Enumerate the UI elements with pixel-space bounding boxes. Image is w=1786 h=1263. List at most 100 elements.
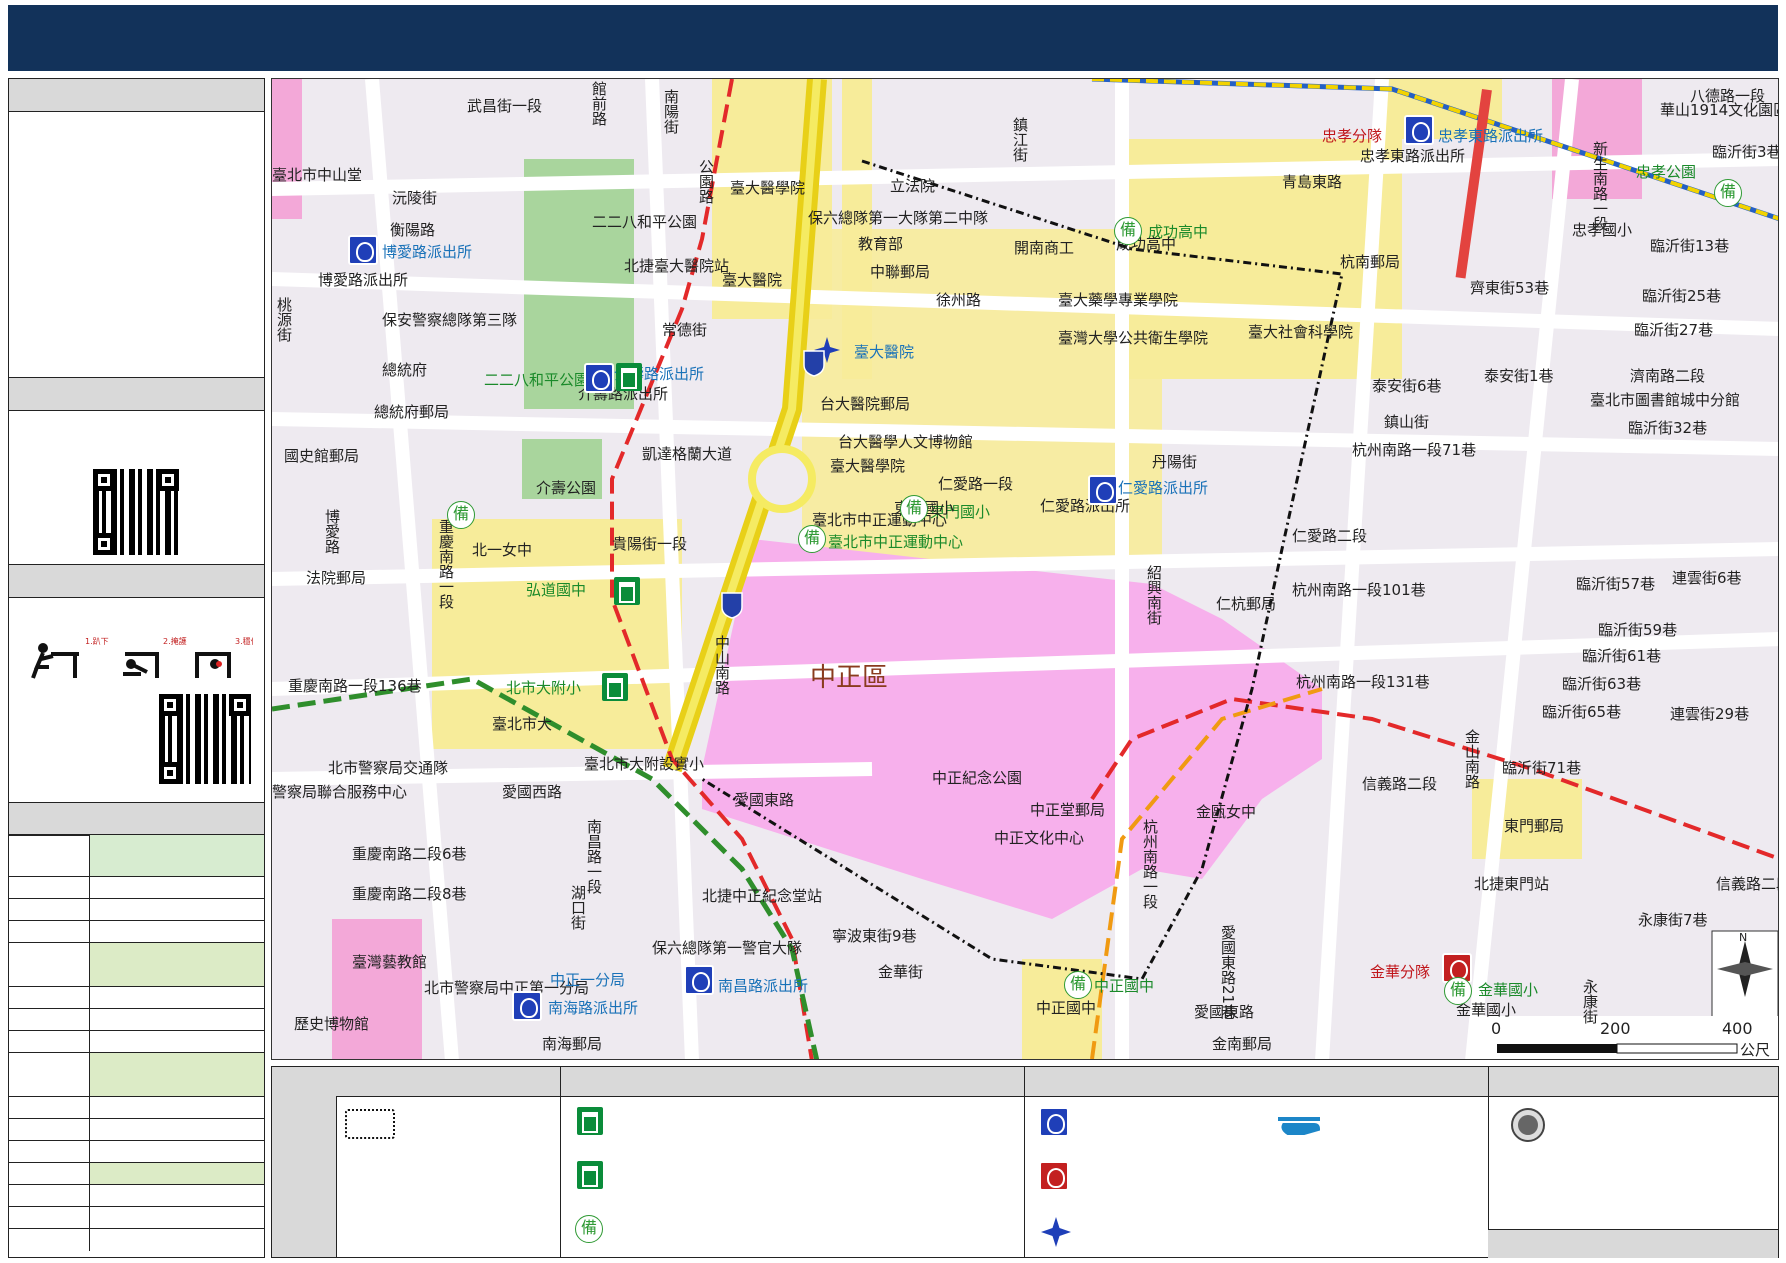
reserve-site-icon: 備 bbox=[447, 501, 475, 529]
map-label: 杭州南路一段 bbox=[1141, 819, 1159, 909]
district-boundary-symbol bbox=[345, 1109, 395, 1139]
table-row bbox=[9, 899, 264, 921]
scale-unit-label: 公尺 bbox=[1740, 1041, 1771, 1059]
map-label: 東門郵局 bbox=[1504, 817, 1565, 835]
map-label: 仁杭郵局 bbox=[1216, 595, 1277, 613]
map-label: 金南郵局 bbox=[1212, 1035, 1273, 1053]
map-label: 教育部 bbox=[858, 235, 904, 253]
table-row bbox=[9, 943, 264, 987]
map-label: 台大醫學人文博物館 bbox=[838, 433, 974, 451]
map-label: 愛國西路 bbox=[502, 783, 563, 801]
map-label: 保六總隊第一大隊第二中隊 bbox=[808, 209, 989, 227]
map-label: 二二八和平公園 bbox=[592, 213, 698, 231]
map-label: 北市大附小 bbox=[506, 679, 582, 697]
map-label: 常德街 bbox=[662, 321, 708, 339]
district-map[interactable]: 中正區 武昌街一段 館前路 南陽街 公園路 臺北市中山堂 沅陵街 衡陽路 二二八… bbox=[271, 78, 1779, 1060]
map-label: 連雲街6巷 bbox=[1672, 569, 1742, 587]
evacuation-park-icon bbox=[616, 363, 642, 391]
legend-footer-cell bbox=[1488, 1229, 1778, 1258]
reserve-site-icon: 備 bbox=[1114, 217, 1142, 245]
map-label: 愛國東路 bbox=[734, 791, 795, 809]
table-row bbox=[9, 921, 264, 943]
map-label: 公園路 bbox=[697, 159, 715, 204]
map-label: 南昌路一段 bbox=[585, 819, 603, 894]
map-legend: 備 bbox=[271, 1066, 1779, 1258]
map-label: 連雲街29巷 bbox=[1670, 705, 1750, 723]
map-label: 臺灣藝教館 bbox=[352, 953, 428, 971]
map-label: 二二八和平公園 bbox=[484, 371, 590, 389]
shelter-icon bbox=[577, 1107, 603, 1135]
police-station-label: 博愛路派出所 bbox=[382, 243, 473, 261]
table-row bbox=[9, 1031, 264, 1053]
police-station-icon bbox=[584, 363, 614, 393]
map-label: 杭州南路一段131巷 bbox=[1296, 673, 1430, 691]
map-label: 衡陽路 bbox=[390, 221, 436, 239]
map-label: 青島東路 bbox=[1282, 173, 1343, 191]
police-station-label: 忠孝東路派出所 bbox=[1438, 127, 1544, 145]
map-label: 介壽公園 bbox=[536, 479, 597, 497]
reserve-site-icon: 備 bbox=[1714, 179, 1742, 207]
map-label: 臨沂街32巷 bbox=[1628, 419, 1708, 437]
map-label: 臨沂街71巷 bbox=[1502, 759, 1582, 777]
reserve-site-icon: 備 bbox=[575, 1215, 603, 1243]
map-label: 台大醫院郵局 bbox=[820, 395, 911, 413]
map-label: 凱達格蘭大道 bbox=[642, 445, 733, 463]
shelter-icon bbox=[614, 577, 640, 605]
map-label: 臺北市大 bbox=[492, 715, 553, 733]
table-row bbox=[9, 1229, 264, 1251]
sidebar-section-header-4 bbox=[9, 802, 264, 836]
police-station-icon bbox=[512, 991, 542, 1021]
evacuation-park-icon bbox=[577, 1161, 603, 1189]
map-label: 永康街 bbox=[1581, 979, 1599, 1024]
map-label: 中山南路 bbox=[713, 635, 731, 695]
highway-shield-icon bbox=[721, 592, 743, 619]
map-label: 貴陽街一段 bbox=[612, 535, 688, 553]
helipad-icon bbox=[1278, 1117, 1321, 1135]
map-label: 臺北市中山堂 bbox=[272, 166, 363, 184]
table-row bbox=[9, 1141, 264, 1163]
map-label: 臨沂街13巷 bbox=[1650, 237, 1730, 255]
scale-tick-label: 400 bbox=[1722, 1019, 1753, 1038]
table-row bbox=[9, 1097, 264, 1119]
sidebar-section-header-3 bbox=[9, 564, 264, 598]
map-label: 北市警察局交通隊 bbox=[328, 759, 449, 777]
medical-star-icon bbox=[1041, 1217, 1071, 1247]
map-label: 臺北市圖書館城中分館 bbox=[1590, 391, 1741, 409]
map-label: 重慶南路二段6巷 bbox=[352, 845, 467, 863]
map-label: 臺大醫學院 bbox=[730, 179, 806, 197]
map-label: 北捷中正紀念堂站 bbox=[702, 887, 823, 905]
map-base-layer bbox=[272, 79, 1778, 1059]
map-label: 警察局聯合服務中心 bbox=[272, 783, 408, 801]
reserve-site-icon: 備 bbox=[1064, 971, 1092, 999]
qr-code-icon bbox=[93, 469, 179, 555]
district-label: 中正區 bbox=[810, 663, 889, 693]
map-label: 中正紀念公園 bbox=[932, 769, 1023, 787]
map-label: 桃源街 bbox=[275, 297, 293, 342]
map-label: 北捷臺大醫院站 bbox=[624, 257, 730, 275]
highway-shield-icon bbox=[803, 350, 825, 377]
hold-figure-icon bbox=[195, 652, 231, 678]
map-label: 歷史博物館 bbox=[294, 1015, 370, 1033]
police-station-icon bbox=[1088, 475, 1118, 505]
map-label: 臨沂街61巷 bbox=[1582, 647, 1662, 665]
police-station-label: 仁愛路派出所 bbox=[1118, 479, 1209, 497]
fire-station-icon bbox=[1039, 1161, 1069, 1191]
drop-figure-icon bbox=[31, 643, 79, 679]
map-label: 重慶南路一段136巷 bbox=[288, 677, 422, 695]
map-label: 泰安街1巷 bbox=[1484, 367, 1554, 385]
drill-step-1: 1.趴下 bbox=[85, 637, 109, 646]
qr-code-icon bbox=[159, 694, 251, 784]
police-station-icon bbox=[1404, 115, 1434, 145]
map-label: 臺北市大附設實小 bbox=[584, 755, 705, 773]
map-label: 臨沂街57巷 bbox=[1576, 575, 1656, 593]
reserve-site-icon: 備 bbox=[798, 525, 826, 553]
map-label: 中正一分局 bbox=[550, 971, 626, 989]
map-label: 寧波東街9巷 bbox=[832, 927, 917, 945]
scale-tick-label: 200 bbox=[1600, 1019, 1631, 1038]
map-label: 金甌女中 bbox=[1196, 803, 1257, 821]
map-label: 金華國小 bbox=[1478, 981, 1539, 999]
map-label: 開南商工 bbox=[1014, 239, 1075, 257]
map-label: 弘道國中 bbox=[526, 581, 587, 599]
map-label: 南陽街 bbox=[662, 89, 680, 134]
assembly-point-icon bbox=[1511, 1108, 1545, 1142]
